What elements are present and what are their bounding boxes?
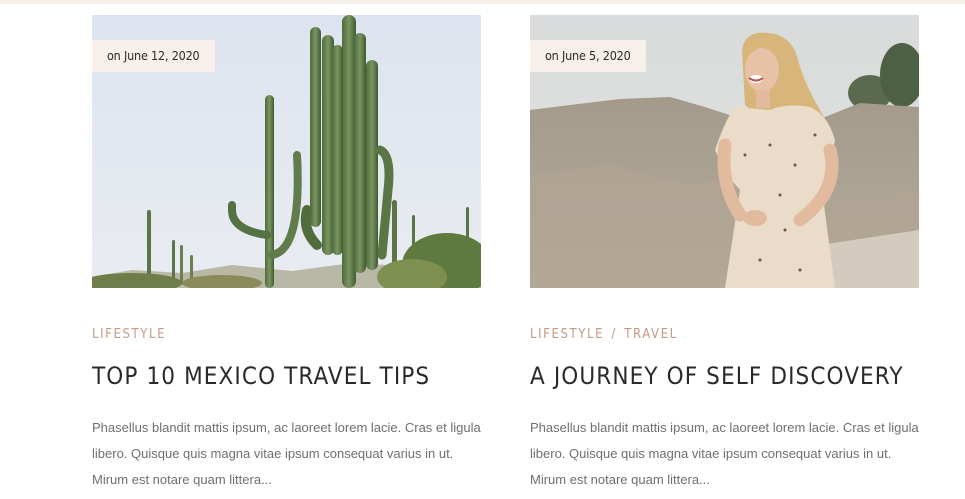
post-date-badge: on June 12, 2020 xyxy=(92,40,215,72)
category-separator: / xyxy=(611,327,617,342)
post-image-link[interactable]: on June 5, 2020 xyxy=(530,15,919,288)
post-title-link[interactable]: A JOURNEY OF SELF DISCOVERY xyxy=(530,362,904,390)
post-categories: LIFESTYLE / TRAVEL xyxy=(530,327,678,342)
post-title-link[interactable]: TOP 10 MEXICO TRAVEL TIPS xyxy=(92,362,430,390)
post-date-badge: on June 5, 2020 xyxy=(530,40,646,72)
category-link-lifestyle[interactable]: LIFESTYLE xyxy=(92,327,166,342)
blog-post-card: on June 12, 2020 LIFESTYLE TOP 10 MEXICO… xyxy=(92,15,481,487)
blog-post-card: on June 5, 2020 LIFESTYLE / TRAVEL A JOU… xyxy=(530,15,919,487)
category-link-travel[interactable]: TRAVEL xyxy=(624,327,677,342)
post-excerpt: Phasellus blandit mattis ipsum, ac laore… xyxy=(530,420,919,487)
post-excerpt: Phasellus blandit mattis ipsum, ac laore… xyxy=(92,420,481,487)
post-image-link[interactable]: on June 12, 2020 xyxy=(92,15,481,288)
header-strip xyxy=(0,0,965,4)
post-categories: LIFESTYLE xyxy=(92,327,166,342)
category-link-lifestyle[interactable]: LIFESTYLE xyxy=(530,327,604,342)
